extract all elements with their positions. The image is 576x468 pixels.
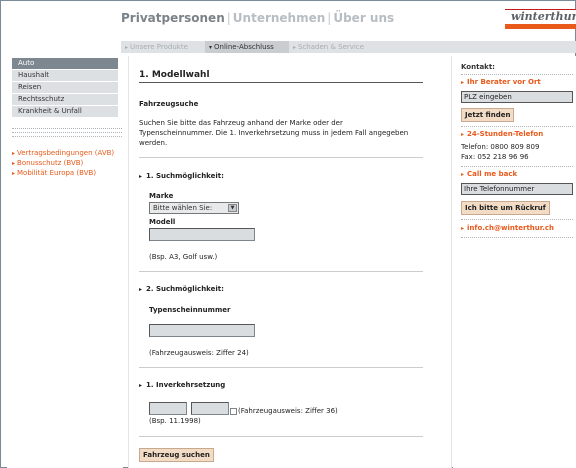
triangle-right-icon: ▸ [139,286,143,293]
link-mobilitaet-europa[interactable]: ▸ Mobilität Europa (BVB) [12,169,122,178]
divider [12,132,122,133]
nav-unternehmen[interactable]: Unternehmen [233,11,326,25]
divider [461,74,573,75]
divider [12,136,122,137]
year-input[interactable] [191,402,229,415]
nav-privatpersonen[interactable]: Privatpersonen [121,11,225,25]
page-title: 1. Modellwahl [139,70,210,80]
telefon-number: Telefon: 0800 809 809 [461,143,540,151]
product-menu: Auto Haushalt Reisen Rechtsschutz Krankh… [12,58,118,118]
arrow-right-icon: ▸ [12,150,16,157]
divider [12,128,122,129]
subtitle: Fahrzeugsuche [139,100,199,108]
modell-example: (Bsp. A3, Golf usw.) [149,253,218,261]
rueckruf-button[interactable]: Ich bitte um Rückruf [461,201,550,215]
triangle-down-icon: ▾ [209,44,213,51]
arrow-right-icon: ▸ [461,79,465,86]
divider [461,237,573,238]
arrow-right-icon: ▸ [125,44,129,51]
date-note: (Fahrzeugausweis: Ziffer 36) [238,407,338,415]
link-text: info.ch@winterthur.ch [467,224,554,232]
modell-label: Modell [149,218,176,226]
link-label: Mobilität Europa (BVB) [17,169,97,177]
arrow-right-icon: ▸ [461,225,465,232]
marke-label: Marke [149,192,174,200]
divider [461,219,573,220]
email-link[interactable]: ▸ info.ch@winterthur.ch [461,224,554,232]
marke-select[interactable]: Bitte wählen Sie: ▼ [149,202,239,214]
top-navigation: Privatpersonen | Unternehmen | Über uns [121,11,394,25]
section-2-heading: ▸ 2. Suchmöglichkeit: [139,285,224,293]
typenschein-input[interactable] [149,324,255,337]
fahrzeug-suchen-button[interactable]: Fahrzeug suchen [139,448,214,462]
sidebar-item-rechtsschutz[interactable]: Rechtsschutz [12,94,118,106]
nav-ueber-uns[interactable]: Über uns [333,11,394,25]
link-bonusschutz[interactable]: ▸ Bonusschutz (BVB) [12,159,122,168]
tab-label: Unsere Produkte [130,43,188,51]
tab-schaden-service[interactable]: ▸ Schaden & Service [289,41,373,53]
left-sidebar: Auto Haushalt Reisen Rechtsschutz Krankh… [7,56,123,468]
triangle-right-icon: ▸ [139,173,143,180]
marke-selected-value: Bitte wählen Sie: [153,204,213,212]
heading-text: 2. Suchmöglichkeit: [146,285,224,293]
heading-text: 1. Suchmöglichkeit: [146,172,224,180]
main-content: 1. Modellwahl Fahrzeugsuche Suchen Sie b… [128,56,452,468]
sidebar-item-reisen[interactable]: Reisen [12,82,118,94]
phone-input[interactable]: Ihre Telefonnummer [461,183,573,195]
kontakt-heading: Kontakt: [461,63,495,71]
winterthur-logo[interactable]: winterthur [505,9,576,29]
fax-number: Fax: 052 218 96 96 [461,153,529,161]
sidebar-item-haushalt[interactable]: Haushalt [12,70,118,82]
divider [139,436,423,437]
jetzt-finden-button[interactable]: Jetzt finden [461,108,515,122]
divider [461,166,573,167]
tab-online-abschluss[interactable]: ▾ Online-Abschluss [205,41,289,53]
heading-text: 24-Stunden-Telefon [467,130,544,138]
divider [139,367,423,368]
plz-input[interactable]: PLZ eingeben [461,91,573,103]
tab-label: Online-Abschluss [214,43,274,51]
arrow-right-icon: ▸ [461,171,465,178]
nav-separator: | [226,11,231,25]
arrow-right-icon: ▸ [293,44,297,51]
typenschein-note: (Fahrzeugausweis: Ziffer 24) [149,349,249,357]
sidebar-item-krankheit-unfall[interactable]: Krankheit & Unfall [12,106,118,118]
heading-text: 1. Inverkehrsetzung [146,381,226,389]
phone-heading: ▸ 24-Stunden-Telefon [461,130,543,138]
date-checkbox[interactable] [230,408,237,415]
sidebar-item-auto[interactable]: Auto [12,58,118,70]
callme-heading: ▸ Call me back [461,170,517,178]
date-example: (Bsp. 11.1998) [149,417,201,425]
nav-separator: | [327,11,332,25]
link-label: Bonusschutz (BVB) [17,159,84,167]
arrow-right-icon: ▸ [12,160,16,167]
section-1-heading: ▸ 1. Suchmöglichkeit: [139,172,224,180]
sub-navigation: ▸ Unsere Produkte ▾ Online-Abschluss ▸ Scha… [121,41,576,53]
modell-input[interactable] [149,228,255,241]
tab-label: Schaden & Service [298,43,364,51]
heading-text: Call me back [467,170,518,178]
heading-text: Ihr Berater vor Ort [467,78,541,86]
contact-sidebar: Kontakt: ▸ Ihr Berater vor Ort PLZ eingeb… [453,56,576,468]
document-links: ▸ Vertragsbedingungen (AVB) ▸ Bonusschutz … [12,149,122,179]
divider [139,157,423,158]
berater-heading: ▸ Ihr Berater vor Ort [461,78,541,86]
divider [461,126,573,127]
divider [139,271,423,272]
intro-text: Suchen Sie bitte das Fahrzeug anhand der… [139,119,409,147]
typenschein-label: Typenscheinnummer [149,306,231,314]
arrow-right-icon: ▸ [461,131,465,138]
tab-unsere-produkte[interactable]: ▸ Unsere Produkte [121,41,205,53]
section-3-heading: ▸ 1. Inverkehrsetzung [139,381,225,389]
arrow-right-icon: ▸ [12,170,16,177]
dropdown-arrow-icon: ▼ [228,204,237,212]
triangle-right-icon: ▸ [139,382,143,389]
month-input[interactable] [149,402,187,415]
link-vertragsbedingungen[interactable]: ▸ Vertragsbedingungen (AVB) [12,149,122,158]
title-underline [139,82,423,83]
link-label: Vertragsbedingungen (AVB) [17,149,115,157]
